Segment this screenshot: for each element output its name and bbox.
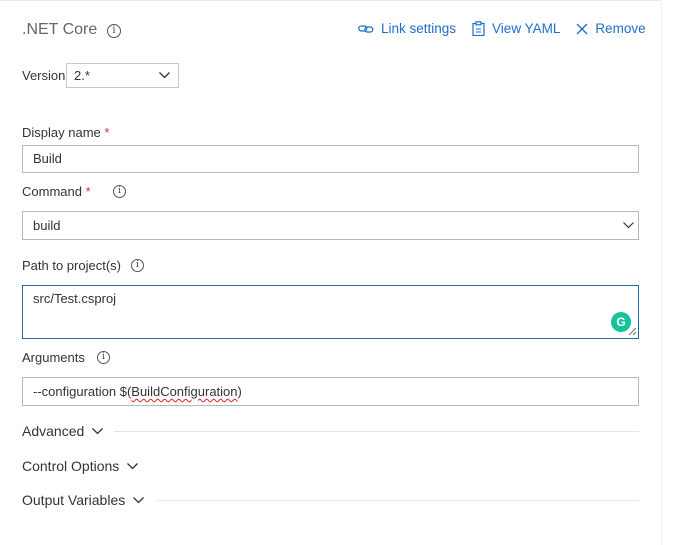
chevron-down-icon xyxy=(623,222,634,229)
info-icon[interactable]: i xyxy=(107,24,121,38)
version-value: 2.* xyxy=(74,68,90,83)
display-name-input[interactable]: Build xyxy=(22,145,639,173)
chevron-down-icon xyxy=(133,496,145,503)
header-actions: Link settings View YAML Remove xyxy=(358,21,646,36)
info-icon[interactable]: i xyxy=(113,185,126,198)
remove-label: Remove xyxy=(595,21,646,36)
version-label: Version xyxy=(22,68,66,83)
section-divider xyxy=(157,500,639,501)
info-icon[interactable]: i xyxy=(131,259,144,272)
link-settings-label: Link settings xyxy=(381,21,457,36)
advanced-label: Advanced xyxy=(22,423,85,439)
command-label: Command * xyxy=(22,184,91,199)
arguments-label: Arguments xyxy=(22,350,85,365)
view-yaml-button[interactable]: View YAML xyxy=(472,21,560,36)
output-variables-section-toggle[interactable]: Output Variables xyxy=(22,492,145,508)
path-value: src/Test.csproj xyxy=(33,291,117,306)
clipboard-icon xyxy=(472,21,485,36)
command-value: build xyxy=(33,218,61,233)
top-divider xyxy=(0,0,662,1)
required-marker: * xyxy=(85,184,91,199)
info-icon[interactable]: i xyxy=(97,351,110,364)
arguments-input[interactable]: --configuration $(BuildConfiguration) xyxy=(22,377,639,406)
output-variables-label: Output Variables xyxy=(22,492,126,508)
chevron-down-icon xyxy=(127,462,139,469)
control-options-label: Control Options xyxy=(22,458,120,474)
right-divider xyxy=(661,0,662,545)
path-to-projects-input[interactable]: src/Test.csproj xyxy=(22,285,639,339)
arguments-value-misspelled: BuildConfiguration xyxy=(131,384,238,399)
path-label: Path to project(s) xyxy=(22,258,121,273)
display-name-value: Build xyxy=(33,151,62,166)
display-name-label-text: Display name xyxy=(22,125,101,140)
task-title: .NET Core xyxy=(22,21,98,38)
close-icon xyxy=(576,23,588,34)
remove-button[interactable]: Remove xyxy=(576,21,646,36)
display-name-label: Display name * xyxy=(22,125,109,140)
required-marker: * xyxy=(104,125,110,140)
arguments-value-prefix: --configuration $( xyxy=(33,384,132,399)
advanced-section-toggle[interactable]: Advanced xyxy=(22,423,104,439)
view-yaml-label: View YAML xyxy=(492,21,561,36)
command-dropdown[interactable]: build xyxy=(22,211,639,240)
chevron-down-icon xyxy=(159,72,170,79)
version-dropdown[interactable]: 2.* xyxy=(66,63,179,88)
chevron-down-icon xyxy=(92,427,104,434)
control-options-section-toggle[interactable]: Control Options xyxy=(22,458,139,474)
link-settings-button[interactable]: Link settings xyxy=(358,21,456,36)
link-icon xyxy=(358,24,374,33)
section-divider xyxy=(114,431,639,432)
command-label-text: Command xyxy=(22,184,82,199)
arguments-value-suffix: ) xyxy=(237,384,242,399)
resize-handle-icon[interactable] xyxy=(627,326,637,336)
